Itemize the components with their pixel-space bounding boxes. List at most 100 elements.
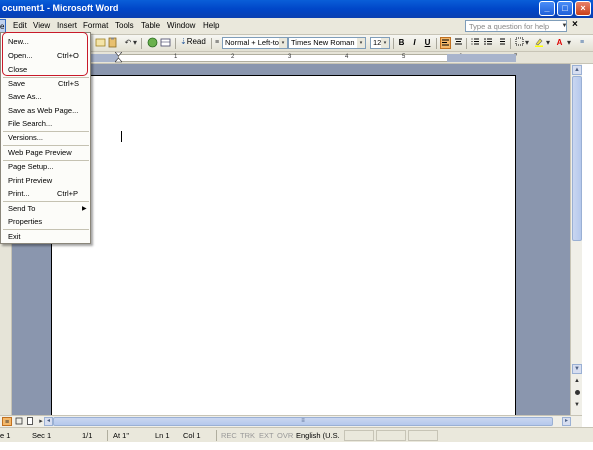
scroll-down-icon[interactable]: ▼ <box>572 364 582 374</box>
normal-view-icon[interactable]: ≡ <box>2 417 12 426</box>
menu-table[interactable]: Table <box>141 21 160 30</box>
bullets-button[interactable] <box>483 37 494 49</box>
paste-icon[interactable] <box>106 37 118 49</box>
undo-dropdown-icon[interactable]: ▾ <box>132 37 138 49</box>
menu-item-send-to[interactable]: Send To <box>8 204 35 213</box>
status-bar: e 1 Sec 1 1/1 At 1" Ln 1 Col 1 REC TRK E… <box>0 427 593 442</box>
select-browse-object-icon[interactable] <box>573 389 581 397</box>
font-dropdown[interactable]: Times New Roman ▾ <box>288 37 366 49</box>
title-bar: ocument1 - Microsoft Word _ □ × <box>0 0 593 18</box>
scroll-left-icon[interactable]: ◂ <box>44 417 53 426</box>
status-page-count: 1/1 <box>82 431 93 440</box>
status-language: English (U.S. <box>296 431 340 440</box>
next-page-icon[interactable]: ▼ <box>573 401 581 409</box>
menu-item-save[interactable]: Save <box>8 79 25 88</box>
menu-item-print-preview[interactable]: Print Preview <box>8 176 52 185</box>
menu-separator <box>3 77 89 78</box>
borders-dropdown-icon[interactable]: ▾ <box>524 37 530 49</box>
menu-view[interactable]: View <box>33 21 50 30</box>
menu-file[interactable]: e <box>0 19 7 33</box>
menu-format[interactable]: Format <box>83 21 108 30</box>
help-search-input[interactable]: Type a question for help <box>465 20 567 32</box>
status-rec[interactable]: REC <box>221 431 237 440</box>
read-label: Read <box>186 37 206 46</box>
help-dropdown-icon[interactable]: ▼ <box>561 20 568 32</box>
minimize-button[interactable]: _ <box>539 1 555 16</box>
table-icon[interactable] <box>159 37 171 49</box>
maximize-button[interactable]: □ <box>557 1 573 16</box>
menu-item-print[interactable]: Print... <box>8 189 30 198</box>
status-divider <box>216 430 217 441</box>
status-divider <box>107 430 108 441</box>
bold-button[interactable]: B <box>396 37 407 49</box>
menu-item-properties[interactable]: Properties <box>8 217 42 226</box>
scroll-right-icon[interactable]: ▸ <box>562 417 571 426</box>
status-column: Col 1 <box>183 431 201 440</box>
toolbar-grip-icon[interactable]: ≡ <box>214 37 220 49</box>
research-icon[interactable] <box>94 37 106 49</box>
ruler-number: 4 <box>345 54 349 60</box>
vertical-scrollbar[interactable]: ▲ ▼ <box>570 64 582 415</box>
status-trk[interactable]: TRK <box>240 431 255 440</box>
menu-item-file-search[interactable]: File Search... <box>8 119 52 128</box>
read-button[interactable]: ⇣Read <box>180 37 206 46</box>
highlight-icon[interactable] <box>533 37 544 49</box>
font-color-dropdown-icon[interactable]: ▾ <box>566 37 572 49</box>
menu-tools[interactable]: Tools <box>115 21 134 30</box>
highlight-dropdown-icon[interactable]: ▾ <box>545 37 551 49</box>
ruler-number: 1 <box>174 54 178 60</box>
font-value: Times New Roman <box>291 38 355 47</box>
previous-page-icon[interactable]: ▲ <box>573 377 581 385</box>
ruler-number: 3 <box>288 54 292 60</box>
menu-item-versions[interactable]: Versions... <box>8 133 43 142</box>
menu-item-exit[interactable]: Exit <box>8 232 21 241</box>
ruler-right-margin <box>447 54 516 62</box>
document-page[interactable] <box>51 75 516 415</box>
menu-item-save-as-web-page[interactable]: Save as Web Page... <box>8 106 78 115</box>
read-icon: ⇣ <box>180 37 187 46</box>
web-layout-view-icon[interactable] <box>14 417 24 426</box>
indent-marker-icon[interactable] <box>114 51 123 63</box>
print-shortcut: Ctrl+P <box>57 189 79 198</box>
menu-insert[interactable]: Insert <box>57 21 77 30</box>
status-section: Sec 1 <box>32 431 52 440</box>
align-center-button[interactable] <box>453 37 464 49</box>
status-ovr[interactable]: OVR <box>277 431 293 440</box>
menu-separator <box>3 229 89 230</box>
toolbar-separator <box>510 38 511 49</box>
menu-window[interactable]: Window <box>167 21 195 30</box>
italic-button[interactable]: I <box>409 37 420 49</box>
toolbar-options-icon[interactable]: ≡ <box>578 37 586 49</box>
menu-separator <box>3 131 89 132</box>
style-value: Normal + Left-to <box>225 38 279 47</box>
document-close-icon[interactable]: × <box>572 19 578 30</box>
scroll-up-icon[interactable]: ▲ <box>572 65 582 75</box>
align-left-button[interactable] <box>440 37 451 49</box>
status-at: At 1" <box>113 431 130 440</box>
horizontal-scrollbar-thumb[interactable]: ≡ <box>53 417 553 426</box>
menu-help[interactable]: Help <box>203 21 219 30</box>
numbering-button[interactable] <box>470 37 481 49</box>
scrollbar-thumb[interactable] <box>572 76 582 241</box>
menu-separator <box>3 201 89 202</box>
underline-button[interactable]: U <box>422 37 433 49</box>
chevron-down-icon: ▾ <box>381 38 389 48</box>
menu-item-page-setup[interactable]: Page Setup... <box>8 162 53 171</box>
close-button[interactable]: × <box>575 1 591 16</box>
save-shortcut: Ctrl+S <box>58 79 80 88</box>
ruler-number: 5 <box>402 54 406 60</box>
font-color-icon[interactable]: A <box>554 37 565 49</box>
indent-button[interactable] <box>496 37 507 49</box>
print-layout-view-icon[interactable] <box>25 417 35 426</box>
status-ext[interactable]: EXT <box>259 431 274 440</box>
font-size-dropdown[interactable]: 12 ▾ <box>370 37 390 49</box>
menu-separator <box>3 145 89 146</box>
menu-edit[interactable]: Edit <box>13 21 27 30</box>
toolbar-separator <box>466 38 467 49</box>
menu-item-web-page-preview[interactable]: Web Page Preview <box>8 148 72 157</box>
menu-item-save-as[interactable]: Save As... <box>8 92 42 101</box>
style-dropdown[interactable]: Normal + Left-to ▾ <box>222 37 288 49</box>
hyperlink-icon[interactable] <box>146 37 158 49</box>
status-panel <box>408 430 438 441</box>
chevron-down-icon: ▾ <box>279 38 287 48</box>
